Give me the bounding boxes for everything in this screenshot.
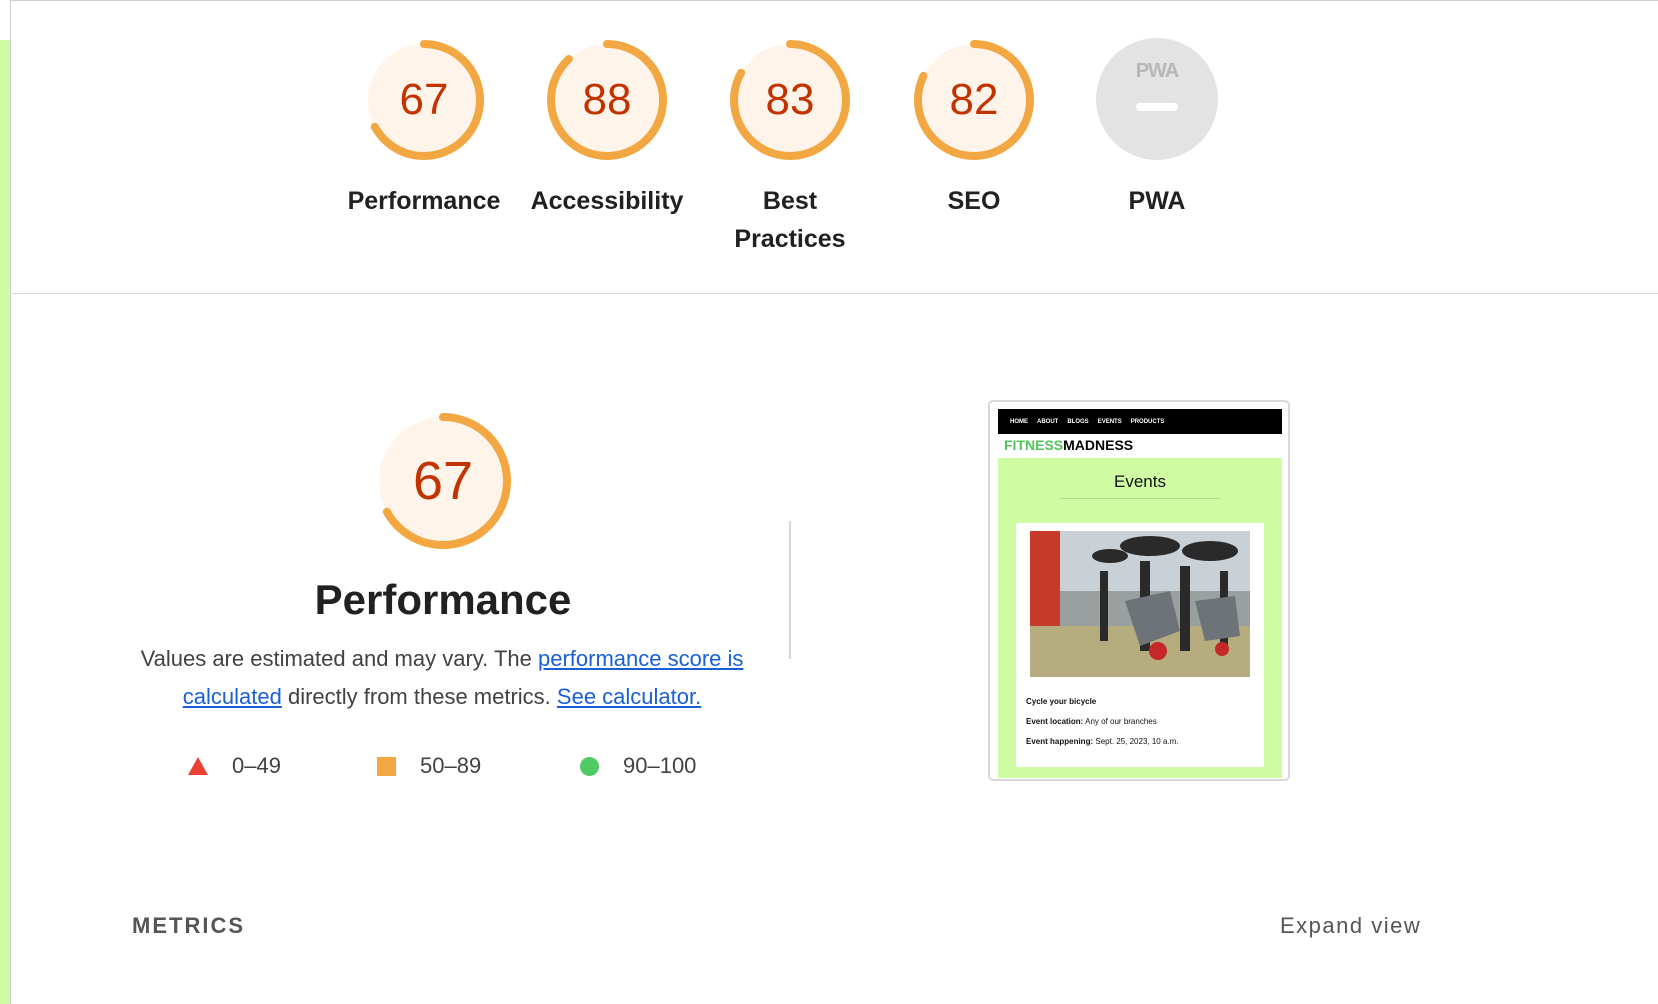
gauge-score: 83 <box>765 75 815 124</box>
gauge-accessibility[interactable]: 88 Accessibility <box>517 38 697 220</box>
thumbnail-nav-item: BLOGS <box>1067 418 1089 425</box>
event-photo <box>1030 531 1250 677</box>
brand-black-text: MADNESS <box>1063 437 1134 453</box>
gauge-label: Performance <box>347 187 501 215</box>
gauge-score: 88 <box>582 75 632 124</box>
performance-gauge: 67 <box>372 410 514 552</box>
gauge-performance[interactable]: 67 Performance <box>334 38 514 220</box>
gauge-label: Best Practices <box>734 187 846 253</box>
gauge-best-practices[interactable]: 83 Best Practices <box>700 38 880 258</box>
gauge-ring: 67 <box>362 38 486 162</box>
final-screenshot[interactable]: HOME ABOUT BLOGS EVENTS PRODUCTS FITNESS… <box>988 400 1290 781</box>
sidebar-accent-strip <box>0 40 10 1004</box>
gauge-label: Accessibility <box>530 187 684 215</box>
metrics-heading: METRICS <box>132 913 245 938</box>
legend-pass: 90–100 <box>580 751 696 781</box>
description-text: Values are estimated and may vary. The <box>140 646 538 671</box>
event-location: Event location: Any of our branches <box>1026 717 1157 726</box>
legend-range: 0–49 <box>232 753 281 778</box>
gauge-label: PWA <box>1128 187 1186 215</box>
gauge-score: 67 <box>399 75 449 124</box>
brand-green-text: FITNESS <box>1004 437 1064 453</box>
thumbnail-panel: Events Cycle your bicycle Event location… <box>998 458 1282 778</box>
legend-fail: 0–49 <box>188 751 281 781</box>
pwa-badge-text: PWA <box>1135 60 1180 82</box>
gauge-ring: 83 <box>728 38 852 162</box>
gauge-score: 82 <box>949 75 999 124</box>
thumbnail-brand: FITNESSMADNESS <box>1004 437 1133 453</box>
vertical-divider <box>789 521 791 659</box>
gauge-pwa[interactable]: PWA PWA <box>1067 38 1247 220</box>
expand-view-toggle[interactable]: Expand view <box>1280 913 1421 939</box>
thumbnail-nav: HOME ABOUT BLOGS EVENTS PRODUCTS <box>998 409 1282 434</box>
gauge-ring: 82 <box>912 38 1036 162</box>
gauge-label: SEO <box>947 187 1001 215</box>
gym-bikes-image <box>1030 531 1250 677</box>
thumbnail-heading: Events <box>1114 472 1166 491</box>
performance-score: 67 <box>412 451 474 511</box>
panel-top-border <box>10 0 1658 1</box>
thumbnail-rule <box>1060 498 1220 499</box>
performance-description: Values are estimated and may vary. The p… <box>132 640 752 716</box>
legend-average: 50–89 <box>377 751 481 781</box>
legend-range: 90–100 <box>623 753 697 778</box>
pwa-badge-icon: PWA <box>1096 38 1218 160</box>
gauge-ring: 88 <box>545 38 669 162</box>
description-text: directly from these metrics. <box>281 684 557 709</box>
panel-left-border <box>10 0 11 1004</box>
thumbnail-nav-item: ABOUT <box>1037 418 1059 425</box>
thumbnail-nav-item: HOME <box>1010 418 1028 425</box>
legend-range: 50–89 <box>420 753 482 778</box>
triangle-icon <box>188 757 208 775</box>
section-divider <box>10 293 1658 294</box>
gauge-seo[interactable]: 82 SEO <box>884 38 1064 220</box>
square-icon <box>377 756 396 776</box>
event-title: Cycle your bicycle <box>1026 697 1097 706</box>
thumbnail-nav-item: EVENTS <box>1097 418 1122 425</box>
see-calculator-link[interactable]: See calculator. <box>557 684 701 709</box>
pwa-dash-icon <box>1136 103 1178 111</box>
event-happening: Event happening: Sept. 25, 2023, 10 a.m. <box>1026 737 1179 746</box>
performance-title: Performance <box>314 576 572 623</box>
thumbnail-nav-item: PRODUCTS <box>1130 418 1165 425</box>
circle-icon <box>580 756 599 776</box>
event-card: Cycle your bicycle Event location: Any o… <box>1016 523 1264 767</box>
